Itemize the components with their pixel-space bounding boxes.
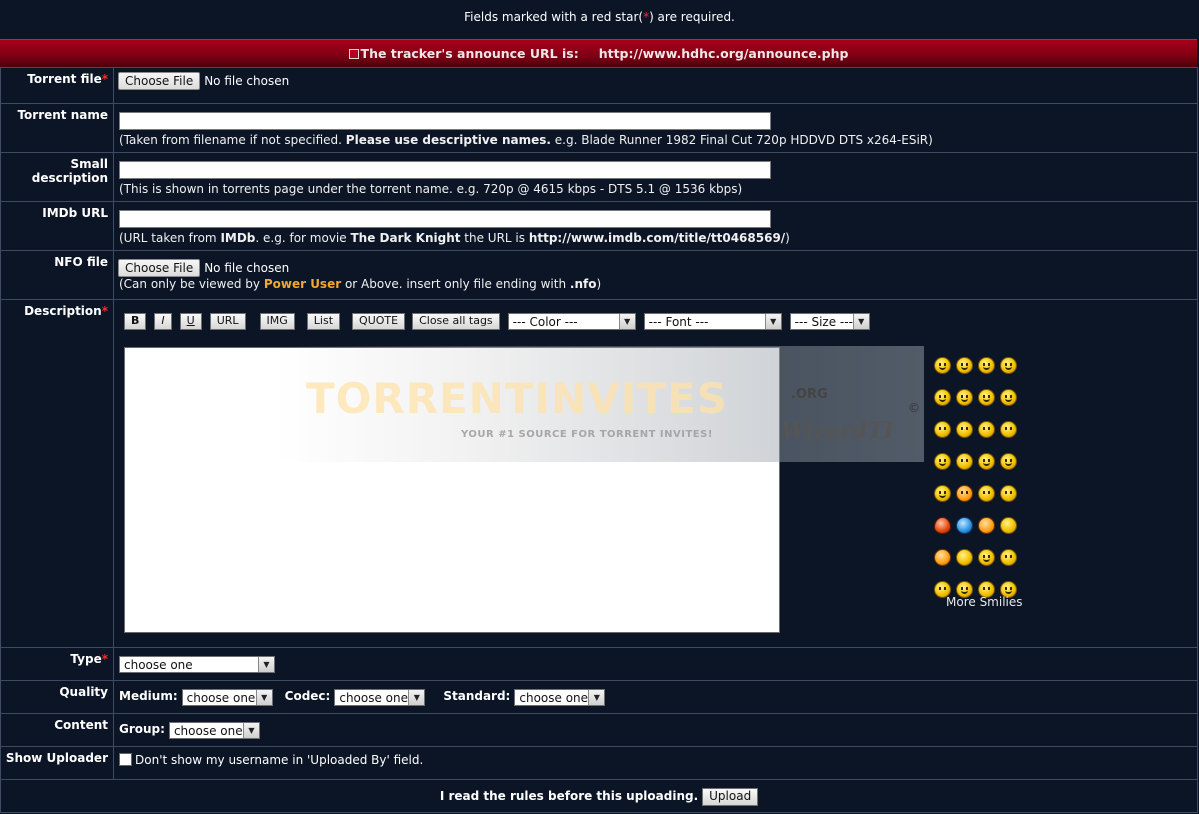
- chevron-down-icon: ▼: [242, 723, 259, 738]
- grin-icon[interactable]: [956, 357, 973, 374]
- close-all-tags-button[interactable]: Close all tags: [412, 313, 500, 330]
- announce-label: The tracker's announce URL is:: [360, 46, 579, 61]
- happy-icon[interactable]: [978, 453, 995, 470]
- exclamation-icon[interactable]: [978, 517, 995, 534]
- imdb-url-label: IMDb URL: [0, 201, 114, 251]
- laugh-icon[interactable]: [978, 357, 995, 374]
- blush-icon[interactable]: [956, 485, 973, 502]
- font-select[interactable]: --- Font --- ▼: [643, 313, 782, 330]
- nfo-file-hint: (Can only be viewed by Power User or Abo…: [119, 277, 602, 291]
- neutral-icon[interactable]: [978, 485, 995, 502]
- smile-icon[interactable]: [934, 357, 951, 374]
- confused-icon[interactable]: [1000, 389, 1017, 406]
- cool-icon[interactable]: [1000, 453, 1017, 470]
- wave-icon[interactable]: [934, 485, 951, 502]
- description-label: Description*: [0, 299, 114, 648]
- shocked-icon[interactable]: [978, 421, 995, 438]
- italic-button[interactable]: I: [154, 313, 172, 330]
- small-description-label: Small description: [0, 152, 114, 202]
- bold-button[interactable]: B: [124, 313, 147, 330]
- tongue-icon[interactable]: [934, 389, 951, 406]
- required-fields-note: Fields marked with a red star(*) are req…: [464, 10, 735, 24]
- torrent-name-label: Torrent name: [0, 103, 114, 153]
- imdb-url-hint: (URL taken from IMDb. e.g. for movie The…: [119, 231, 790, 245]
- smilies-panel: [934, 357, 1044, 613]
- thinking-icon[interactable]: [1000, 549, 1017, 566]
- hide-username-text: Don't show my username in 'Uploaded By' …: [135, 753, 424, 767]
- chevron-down-icon: ▼: [408, 690, 425, 705]
- wink-icon[interactable]: [956, 389, 973, 406]
- group-select[interactable]: choose one ▼: [168, 722, 260, 739]
- small-description-hint: (This is shown in torrents page under th…: [119, 182, 743, 196]
- img-button[interactable]: IMG: [259, 313, 295, 330]
- upload-button[interactable]: Upload: [702, 787, 759, 806]
- torrent-name-input[interactable]: [119, 112, 771, 130]
- group-label: Group:: [119, 722, 165, 736]
- underline-button[interactable]: U: [179, 313, 202, 330]
- torrent-file-label: Torrent file*: [0, 67, 114, 104]
- yawn-icon[interactable]: [956, 453, 973, 470]
- sad-icon[interactable]: [934, 421, 951, 438]
- announce-banner: The tracker's announce URL is: http://www…: [0, 39, 1197, 68]
- question-icon[interactable]: [956, 517, 973, 534]
- watermark-logo: TORRENTINVITES .ORG YOUR #1 SOURCE FOR T…: [276, 346, 924, 462]
- rules-confirm-text: I read the rules before this uploading.: [439, 789, 699, 803]
- announce-url: http://www.hdhc.org/announce.php: [598, 46, 849, 61]
- nfo-file-label: NFO file: [0, 250, 114, 300]
- grin2-icon[interactable]: [978, 549, 995, 566]
- hide-username-checkbox[interactable]: [119, 753, 132, 766]
- show-uploader-label: Show Uploader: [0, 746, 114, 780]
- heart-icon[interactable]: [934, 517, 951, 534]
- idea-icon[interactable]: [1000, 517, 1017, 534]
- type-label: Type*: [0, 647, 114, 681]
- arrow-left-icon[interactable]: [956, 549, 973, 566]
- expand-icon: [348, 48, 359, 59]
- quality-label: Quality: [0, 680, 114, 714]
- url-button[interactable]: URL: [209, 313, 246, 330]
- codec-select[interactable]: choose one ▼: [334, 689, 426, 706]
- chevron-down-icon: ▼: [764, 314, 781, 329]
- small-description-input[interactable]: [119, 161, 771, 179]
- hmm-icon[interactable]: [1000, 421, 1017, 438]
- torrent-file-choose-button[interactable]: Choose File: [118, 72, 201, 90]
- standard-select[interactable]: choose one ▼: [514, 689, 606, 706]
- medium-label: Medium:: [119, 689, 178, 703]
- color-select[interactable]: --- Color --- ▼: [507, 313, 636, 330]
- smile2-icon[interactable]: [978, 389, 995, 406]
- medium-select[interactable]: choose one ▼: [181, 689, 273, 706]
- lol-icon[interactable]: [1000, 357, 1017, 374]
- torrent-file-status: No file chosen: [204, 74, 290, 88]
- nfo-file-choose-button[interactable]: Choose File: [118, 259, 201, 277]
- type-select[interactable]: choose one ▼: [119, 656, 275, 673]
- content-label: Content: [0, 713, 114, 747]
- chevron-down-icon: ▼: [258, 657, 274, 672]
- quote-button[interactable]: QUOTE: [352, 313, 406, 330]
- imdb-url-input[interactable]: [119, 210, 771, 228]
- upload-form: Torrent file* Choose File No file chosen …: [0, 67, 1198, 813]
- upload-footer: I read the rules before this uploading. U…: [0, 779, 1198, 813]
- size-select[interactable]: --- Size --- ▼: [789, 313, 870, 330]
- list-button[interactable]: List: [306, 313, 341, 330]
- torrent-name-hint: (Taken from filename if not specified. P…: [119, 133, 933, 147]
- bbcode-toolbar: B I U URL IMG List QUOTE Close all tags --- Colo…: [124, 313, 1197, 333]
- codec-label: Codec:: [284, 689, 331, 703]
- standard-label: Standard:: [443, 689, 511, 703]
- chevron-down-icon: ▼: [618, 314, 635, 329]
- cry-icon[interactable]: [956, 421, 973, 438]
- arrow-right-icon[interactable]: [934, 549, 951, 566]
- chevron-down-icon: ▼: [255, 690, 272, 705]
- chevron-down-icon: ▼: [588, 690, 605, 705]
- nfo-file-status: No file chosen: [204, 261, 290, 275]
- angel-icon[interactable]: [934, 453, 951, 470]
- more-smilies-link[interactable]: More Smilies: [946, 595, 1023, 609]
- power-user-link[interactable]: Power User: [264, 277, 341, 291]
- unsure-icon[interactable]: [1000, 485, 1017, 502]
- chevron-down-icon: ▼: [852, 314, 869, 329]
